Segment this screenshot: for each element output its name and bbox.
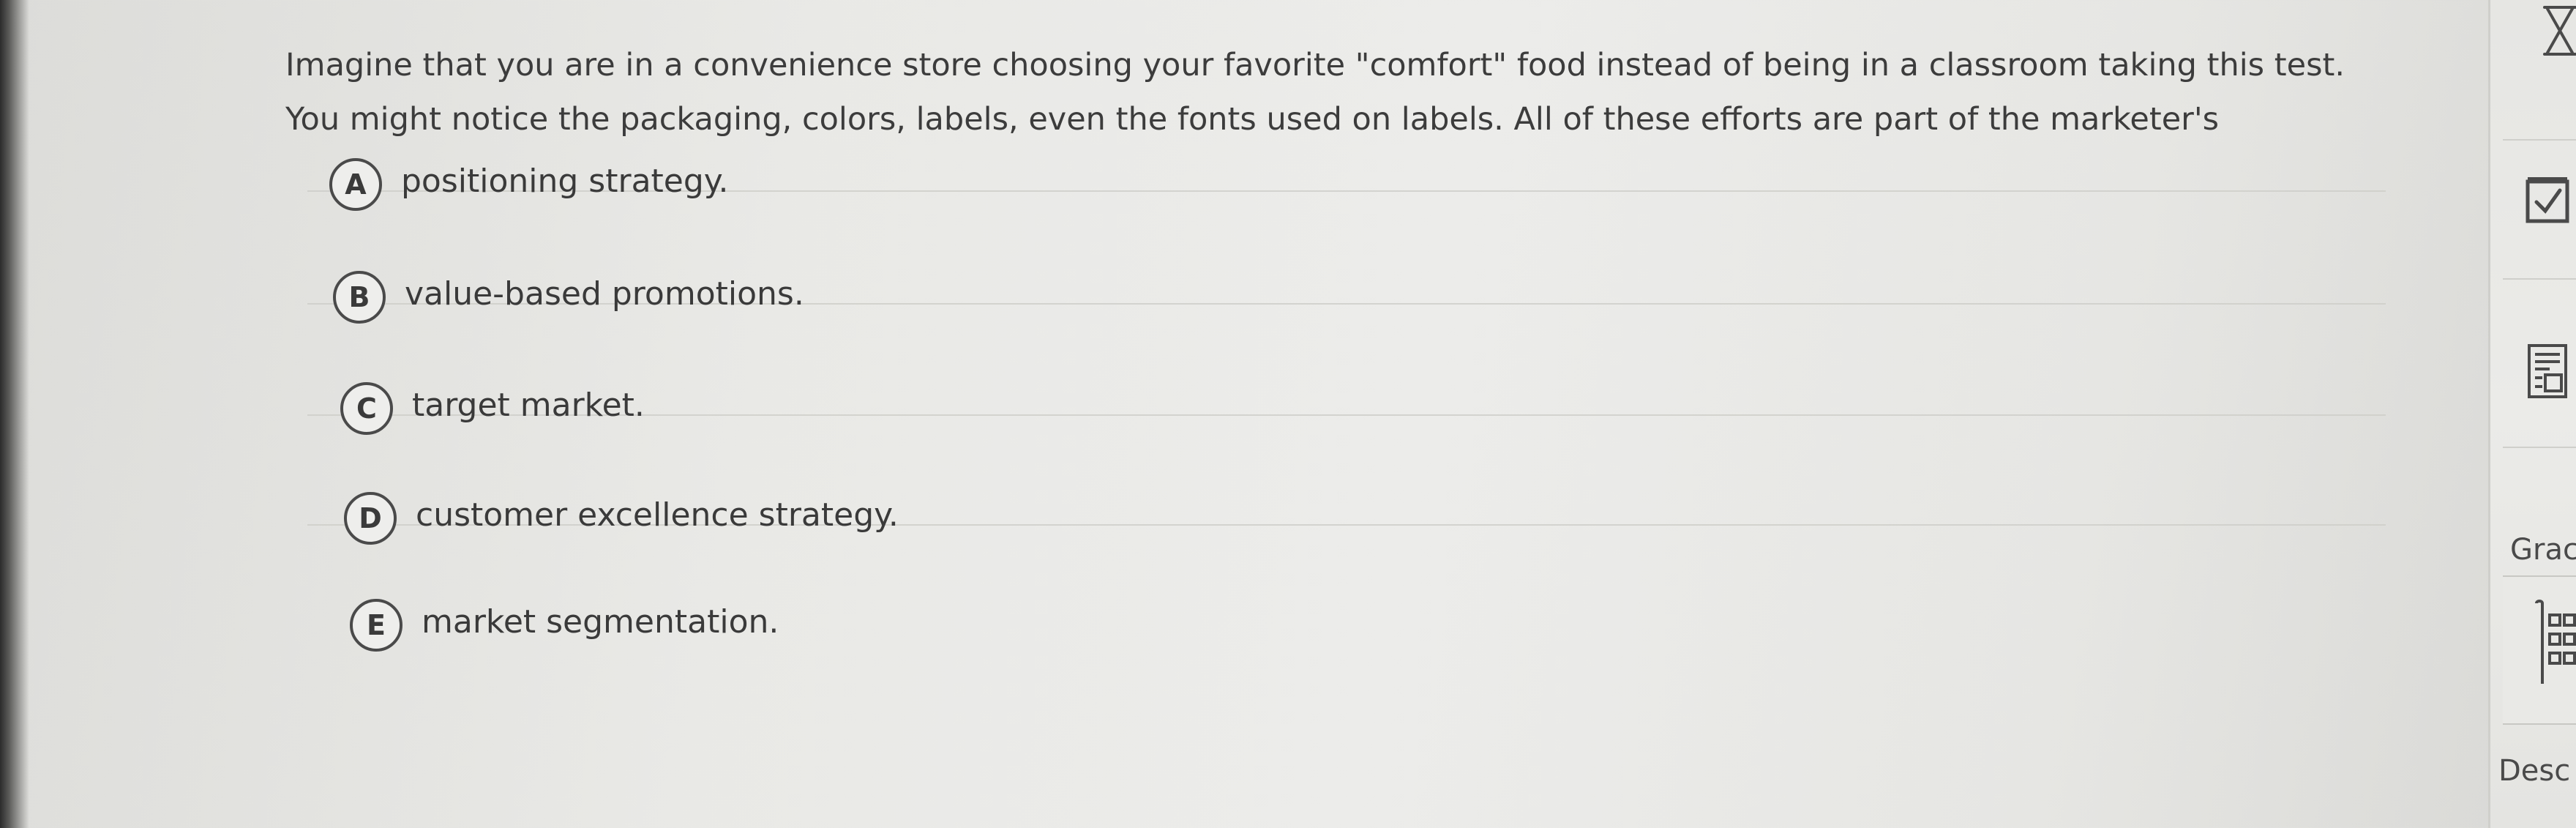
answer-option-e[interactable]: E market segmentation.	[307, 526, 2386, 652]
answer-text-e[interactable]: market segmentation.	[422, 603, 779, 641]
sidebar-divider	[2503, 447, 2576, 448]
answer-letter-e[interactable]: E	[350, 599, 402, 652]
sidebar-divider	[2503, 139, 2576, 141]
grade-label: Grac	[2510, 533, 2576, 567]
answer-option-a[interactable]: A positioning strategy.	[307, 85, 2386, 211]
answer-text-b[interactable]: value-based promotions.	[405, 275, 804, 313]
checkbox-icon[interactable]	[2523, 173, 2572, 225]
grid-icon[interactable]	[2534, 599, 2576, 687]
answer-text-a[interactable]: positioning strategy.	[401, 163, 729, 200]
description-label: Desc	[2498, 754, 2571, 788]
question-panel: Imagine that you are in a convenience st…	[0, 0, 2488, 828]
answer-list: A positioning strategy. B value-based pr…	[307, 158, 2386, 652]
answer-option-c[interactable]: C target market.	[307, 309, 2386, 435]
answer-option-b[interactable]: B value-based promotions.	[307, 198, 2386, 324]
question-line-1: Imagine that you are in a convenience st…	[285, 47, 2345, 83]
answer-option-d[interactable]: D customer excellence strategy.	[307, 419, 2386, 545]
calculator-icon[interactable]	[2523, 343, 2572, 400]
sidebar-divider	[2503, 278, 2576, 280]
close-icon[interactable]	[2542, 4, 2576, 57]
